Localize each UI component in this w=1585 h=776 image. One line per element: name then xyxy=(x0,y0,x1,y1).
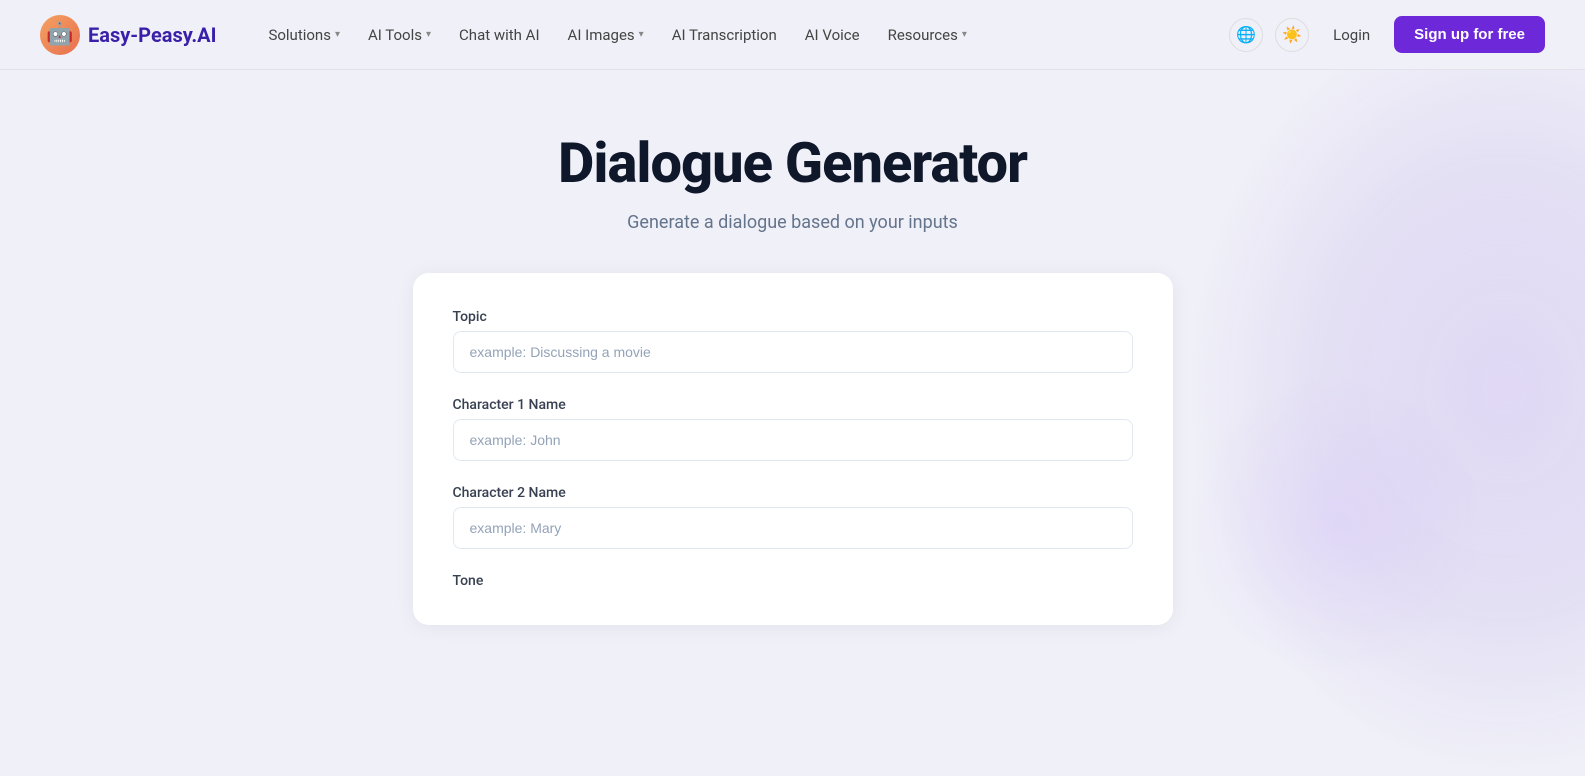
nav-ai-images[interactable]: AI Images ▾ xyxy=(556,18,656,52)
globe-button[interactable]: 🌐 xyxy=(1229,18,1263,52)
character2-input[interactable] xyxy=(453,507,1133,549)
nav-resources[interactable]: Resources ▾ xyxy=(876,18,979,52)
nav-solutions[interactable]: Solutions ▾ xyxy=(256,18,352,52)
nav-ai-voice[interactable]: AI Voice xyxy=(793,18,872,52)
chevron-down-icon: ▾ xyxy=(639,29,644,40)
logo-icon: 🤖 xyxy=(40,15,80,55)
chevron-down-icon: ▾ xyxy=(962,29,967,40)
topic-input[interactable] xyxy=(453,331,1133,373)
nav-ai-transcription[interactable]: AI Transcription xyxy=(660,18,789,52)
character1-input[interactable] xyxy=(453,419,1133,461)
nav-links: Solutions ▾ AI Tools ▾ Chat with AI AI I… xyxy=(256,18,1229,52)
topic-label: Topic xyxy=(453,309,1133,325)
chevron-down-icon: ▾ xyxy=(335,29,340,40)
globe-icon: 🌐 xyxy=(1236,25,1256,45)
tone-group: Tone xyxy=(453,573,1133,589)
logo-text: Easy-Peasy.AI xyxy=(88,23,216,47)
character2-label: Character 2 Name xyxy=(453,485,1133,501)
nav-chat-with-ai[interactable]: Chat with AI xyxy=(447,18,552,52)
navigation: 🤖 Easy-Peasy.AI Solutions ▾ AI Tools ▾ C… xyxy=(0,0,1585,70)
character1-group: Character 1 Name xyxy=(453,397,1133,461)
page-subtitle: Generate a dialogue based on your inputs xyxy=(627,212,958,233)
logo-emoji: 🤖 xyxy=(46,22,73,47)
page-title: Dialogue Generator xyxy=(558,130,1027,196)
theme-icon: ☀️ xyxy=(1282,25,1302,45)
character2-group: Character 2 Name xyxy=(453,485,1133,549)
logo[interactable]: 🤖 Easy-Peasy.AI xyxy=(40,15,216,55)
login-link[interactable]: Login xyxy=(1321,18,1382,52)
chevron-down-icon: ▾ xyxy=(426,29,431,40)
character1-label: Character 1 Name xyxy=(453,397,1133,413)
nav-ai-tools[interactable]: AI Tools ▾ xyxy=(356,18,443,52)
main-content: Dialogue Generator Generate a dialogue b… xyxy=(0,70,1585,625)
signup-button[interactable]: Sign up for free xyxy=(1394,16,1545,53)
topic-group: Topic xyxy=(453,309,1133,373)
form-card: Topic Character 1 Name Character 2 Name … xyxy=(413,273,1173,625)
nav-actions: 🌐 ☀️ Login Sign up for free xyxy=(1229,16,1545,53)
theme-toggle-button[interactable]: ☀️ xyxy=(1275,18,1309,52)
tone-label: Tone xyxy=(453,573,1133,589)
